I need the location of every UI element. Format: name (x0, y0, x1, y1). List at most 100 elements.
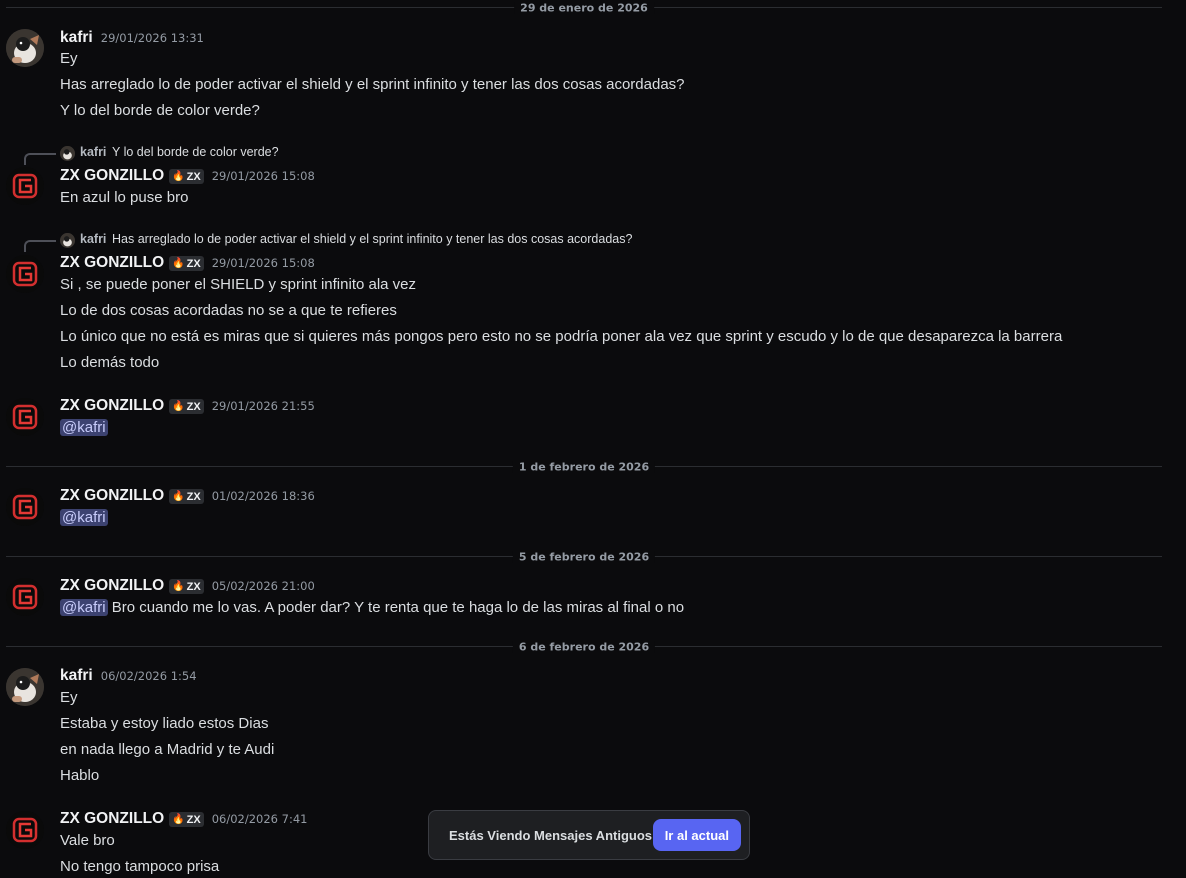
avatar[interactable] (6, 255, 44, 293)
date-divider: 5 de febrero de 2026 (6, 550, 1162, 564)
message-text: Lo demás todo (60, 354, 160, 371)
badge-label: ZX (186, 400, 201, 413)
flame-icon: 🔥 (172, 581, 185, 592)
message-text: @kafri (60, 509, 108, 526)
date-divider: 1 de febrero de 2026 (6, 460, 1162, 474)
reply-text[interactable]: Y lo del borde de color verde? (112, 145, 279, 159)
reply-spine (24, 153, 56, 165)
clan-tag-badge[interactable]: 🔥 ZX (169, 399, 204, 414)
username[interactable]: ZX GONZILLO (60, 810, 164, 828)
reply-preview[interactable]: kafri Y lo del borde de color verde? (24, 145, 624, 165)
message-text: Hablo (60, 767, 100, 784)
message-text: Lo único que no está es miras que si qui… (60, 328, 1063, 345)
username[interactable]: ZX GONZILLO (60, 577, 164, 595)
message-header: ZX GONZILLO 🔥 ZX 29/01/2026 21:55 (60, 397, 315, 417)
reply-avatar (60, 233, 75, 248)
photo-avatar (60, 233, 75, 248)
g-logo-avatar (6, 255, 44, 293)
reply-spine (24, 240, 56, 252)
timestamp[interactable]: 29/01/2026 15:08 (212, 256, 315, 270)
date-divider-label: 1 de febrero de 2026 (512, 460, 656, 474)
message-header: ZX GONZILLO 🔥 ZX 29/01/2026 15:08 (60, 254, 315, 274)
clan-tag-badge[interactable]: 🔥 ZX (169, 169, 204, 184)
g-logo-avatar (6, 811, 44, 849)
message-text: @kafri (60, 419, 108, 436)
badge-label: ZX (186, 490, 201, 503)
date-divider-label: 6 de febrero de 2026 (512, 640, 656, 654)
flame-icon: 🔥 (172, 401, 185, 412)
timestamp[interactable]: 05/02/2026 21:00 (212, 579, 315, 593)
g-logo-avatar (6, 398, 44, 436)
username[interactable]: ZX GONZILLO (60, 487, 164, 505)
date-divider-label: 29 de enero de 2026 (514, 1, 654, 15)
reply-author[interactable]: kafri (80, 232, 106, 246)
timestamp[interactable]: 29/01/2026 15:08 (212, 169, 315, 183)
timestamp[interactable]: 06/02/2026 1:54 (101, 669, 197, 683)
message-header: ZX GONZILLO 🔥 ZX 05/02/2026 21:00 (60, 577, 315, 597)
user-mention[interactable]: @kafri (60, 509, 108, 526)
photo-avatar (6, 29, 44, 67)
message-text: Y lo del borde de color verde? (60, 102, 260, 119)
message-text: Estaba y estoy liado estos Dias (60, 715, 269, 732)
timestamp[interactable]: 29/01/2026 13:31 (101, 31, 204, 45)
avatar[interactable] (6, 578, 44, 616)
badge-label: ZX (186, 813, 201, 826)
reply-text[interactable]: Has arreglado lo de poder activar el shi… (112, 232, 632, 246)
avatar[interactable] (6, 668, 44, 706)
message-text: Vale bro (60, 832, 115, 849)
user-mention[interactable]: @kafri (60, 419, 108, 436)
g-logo-avatar (6, 167, 44, 205)
flame-icon: 🔥 (172, 258, 185, 269)
message-text: Has arreglado lo de poder activar el shi… (60, 76, 685, 93)
old-messages-label: Estás Viendo Mensajes Antiguos (449, 827, 652, 843)
avatar[interactable] (6, 398, 44, 436)
username[interactable]: kafri (60, 667, 93, 685)
message-text: Si , se puede poner el SHIELD y sprint i… (60, 276, 417, 293)
username[interactable]: ZX GONZILLO (60, 167, 164, 185)
timestamp[interactable]: 06/02/2026 7:41 (212, 812, 308, 826)
clan-tag-badge[interactable]: 🔥 ZX (169, 812, 204, 827)
username[interactable]: kafri (60, 29, 93, 47)
avatar[interactable] (6, 488, 44, 526)
badge-label: ZX (186, 257, 201, 270)
flame-icon: 🔥 (172, 814, 185, 825)
flame-icon: 🔥 (172, 171, 185, 182)
message-header: ZX GONZILLO 🔥 ZX 01/02/2026 18:36 (60, 487, 315, 507)
clan-tag-badge[interactable]: 🔥 ZX (169, 489, 204, 504)
message-header: ZX GONZILLO 🔥 ZX 29/01/2026 15:08 (60, 167, 315, 187)
message-text: Ey (60, 50, 78, 67)
date-divider-label: 5 de febrero de 2026 (512, 550, 656, 564)
g-logo-avatar (6, 578, 44, 616)
username[interactable]: ZX GONZILLO (60, 254, 164, 272)
photo-avatar (60, 146, 75, 161)
avatar[interactable] (6, 167, 44, 205)
date-divider: 6 de febrero de 2026 (6, 640, 1162, 654)
user-mention[interactable]: @kafri (60, 599, 108, 616)
jump-to-present-button[interactable]: Ir al actual (652, 819, 741, 851)
message-text-content: Bro cuando me lo vas. A poder dar? Y te … (111, 599, 685, 616)
message-text: Ey (60, 689, 78, 706)
reply-preview[interactable]: kafri Has arreglado lo de poder activar … (24, 232, 724, 252)
badge-label: ZX (186, 580, 201, 593)
message-text: En azul lo puse bro (60, 189, 189, 206)
old-messages-bar: Estás Viendo Mensajes Antiguos Ir al act… (428, 810, 750, 860)
clan-tag-badge[interactable]: 🔥 ZX (169, 579, 204, 594)
message-text: en nada llego a Madrid y te Audi (60, 741, 275, 758)
message-header: kafri 06/02/2026 1:54 (60, 667, 197, 687)
photo-avatar (6, 668, 44, 706)
reply-author[interactable]: kafri (80, 145, 106, 159)
message-text: @kafri Bro cuando me lo vas. A poder dar… (60, 599, 684, 616)
clan-tag-badge[interactable]: 🔥 ZX (169, 256, 204, 271)
g-logo-avatar (6, 488, 44, 526)
avatar[interactable] (6, 811, 44, 849)
message-header: ZX GONZILLO 🔥 ZX 06/02/2026 7:41 (60, 810, 307, 830)
timestamp[interactable]: 01/02/2026 18:36 (212, 489, 315, 503)
username[interactable]: ZX GONZILLO (60, 397, 164, 415)
badge-label: ZX (186, 170, 201, 183)
message-header: kafri 29/01/2026 13:31 (60, 29, 204, 49)
message-text: No tengo tampoco prisa (60, 858, 220, 875)
reply-avatar (60, 146, 75, 161)
avatar[interactable] (6, 29, 44, 67)
flame-icon: 🔥 (172, 491, 185, 502)
timestamp[interactable]: 29/01/2026 21:55 (212, 399, 315, 413)
